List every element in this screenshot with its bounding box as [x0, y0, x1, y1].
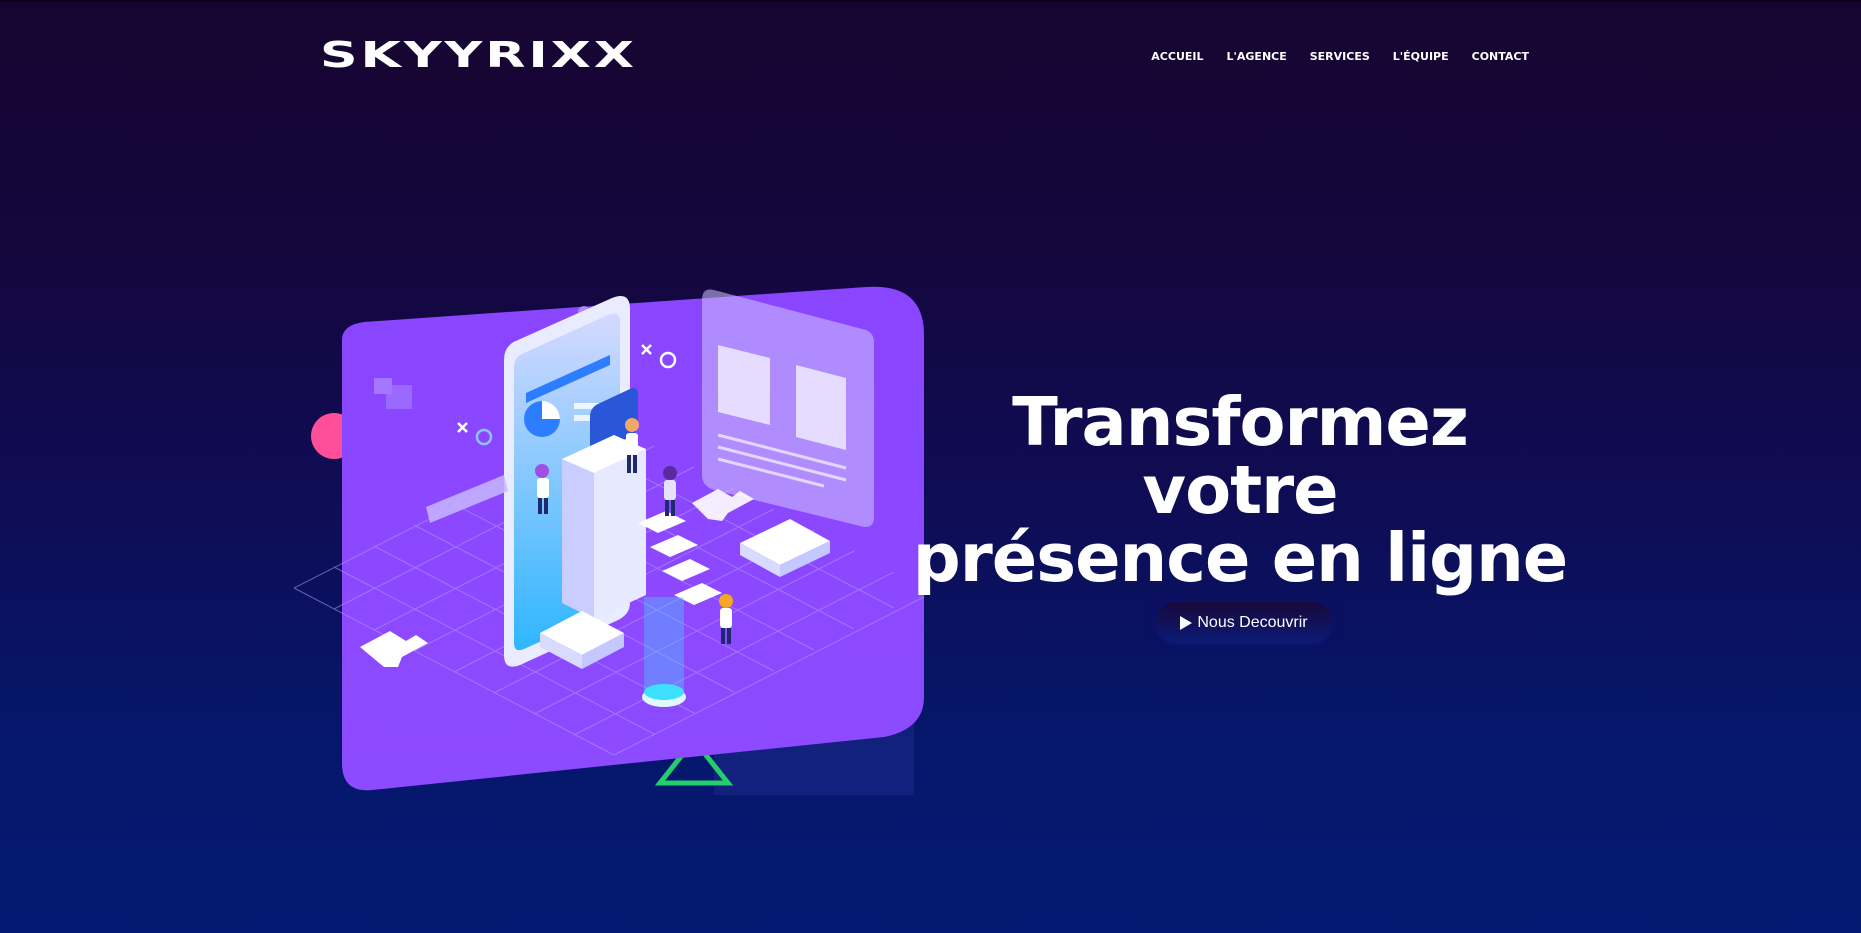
hero-title-line-1: Transformez votre — [1012, 383, 1469, 529]
nav-item-agence[interactable]: L'AGENCE — [1227, 50, 1287, 63]
isometric-illustration — [293, 286, 925, 795]
discover-button[interactable]: Nous Decouvrir — [1155, 602, 1333, 644]
nav-item-services[interactable]: SERVICES — [1310, 50, 1370, 63]
hero-title-line-2: présence en ligne — [912, 519, 1568, 597]
hero-title: Transformez votre présence en ligne — [910, 388, 1570, 592]
square-decoration — [386, 385, 412, 409]
discover-button-label: Nous Decouvrir — [1197, 614, 1308, 631]
hero-illustration — [293, 285, 930, 795]
brand-logo[interactable]: SKYYRIXX — [320, 36, 637, 76]
top-border — [0, 0, 1861, 2]
nav-item-equipe[interactable]: L'ÉQUIPE — [1393, 50, 1449, 63]
main-nav: ACCUEIL L'AGENCE SERVICES L'ÉQUIPE CONTA… — [1151, 50, 1529, 63]
hologram-cylinder — [642, 597, 686, 707]
play-icon — [1180, 616, 1193, 630]
nav-item-contact[interactable]: CONTACT — [1472, 50, 1529, 63]
nav-item-accueil[interactable]: ACCUEIL — [1151, 50, 1203, 63]
